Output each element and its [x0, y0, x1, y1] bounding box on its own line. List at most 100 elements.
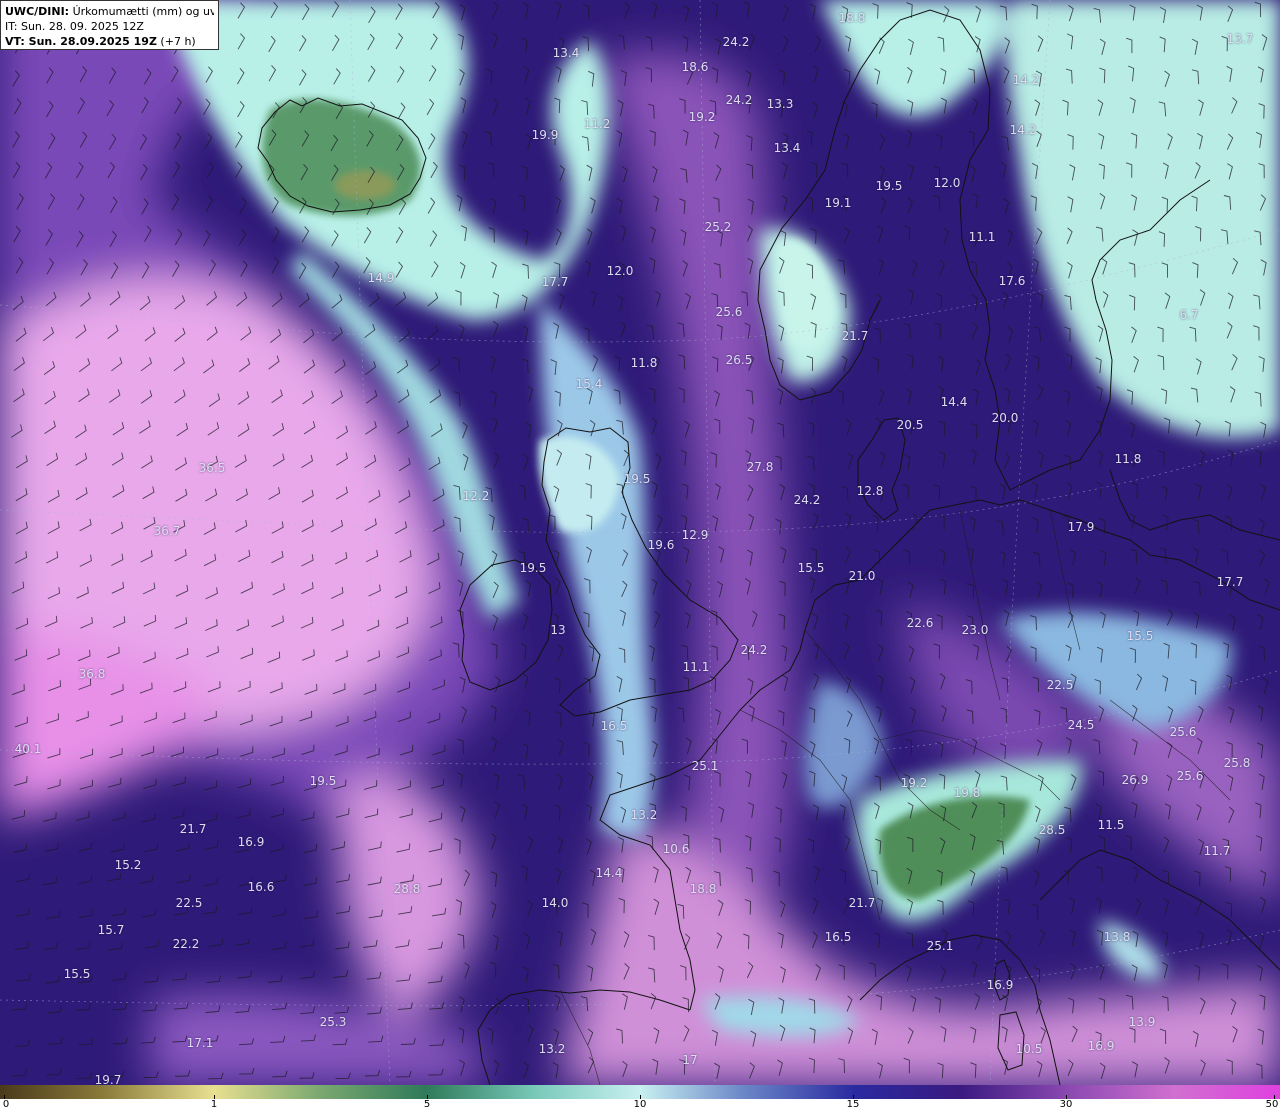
value-label: 19.5	[623, 472, 651, 486]
value-label: 13.2	[538, 1042, 566, 1056]
value-label: 28.5	[1038, 823, 1066, 837]
value-label: 13.8	[1103, 930, 1131, 944]
value-label: 24.2	[793, 493, 821, 507]
value-label: 12.0	[606, 264, 634, 278]
value-label: 25.3	[319, 1015, 347, 1029]
value-label: 28.8	[393, 882, 421, 896]
value-label: 15.5	[797, 561, 825, 575]
value-label: 16.9	[237, 835, 265, 849]
value-label: 19.9	[531, 128, 559, 142]
value-label: 19.7	[94, 1073, 122, 1085]
value-label: 25.8	[1223, 756, 1251, 770]
value-label: 11.1	[968, 230, 996, 244]
value-label: 25.6	[715, 305, 743, 319]
value-label: 10.5	[1015, 1042, 1043, 1056]
value-label: 36.8	[78, 667, 106, 681]
valid-time-line: VT: Sun. 28.09.2025 19Z (+7 h)	[5, 34, 214, 49]
value-label: 24.2	[725, 93, 753, 107]
value-label: 11.1	[682, 660, 710, 674]
value-label: 19.1	[824, 196, 852, 210]
value-label: 6.7	[1179, 308, 1199, 322]
value-label: 17.7	[541, 275, 569, 289]
value-label: 12.8	[856, 484, 884, 498]
value-label: 14.4	[595, 866, 623, 880]
value-label: 15.5	[63, 967, 91, 981]
title-line: UWC/DINI: Úrkomumætti (mm) og uv850.	[5, 4, 214, 19]
value-label: 13.4	[773, 141, 801, 155]
value-label: 13.7	[1226, 32, 1254, 46]
value-label: 11.2	[583, 117, 611, 131]
init-time: IT: Sun. 28. 09. 2025 12Z	[5, 20, 144, 33]
colorbar-tick-label: 5	[423, 1099, 431, 1110]
value-label: 13.9	[1128, 1015, 1156, 1029]
value-label: 16.9	[986, 978, 1014, 992]
value-label: 17.9	[1067, 520, 1095, 534]
value-label: 22.6	[906, 616, 934, 630]
value-label: 24.2	[722, 35, 750, 49]
value-label: 11.5	[1097, 818, 1125, 832]
value-label: 36.5	[198, 461, 226, 475]
colorbar-tick-label: 0	[2, 1099, 10, 1110]
value-label: 21.7	[179, 822, 207, 836]
value-label: 18.8	[838, 11, 866, 25]
value-label: 25.1	[691, 759, 719, 773]
value-label: 21.0	[848, 569, 876, 583]
value-label: 17.1	[186, 1036, 214, 1050]
value-label: 21.7	[841, 329, 869, 343]
value-label: 18.6	[681, 60, 709, 74]
value-label: 19.5	[875, 179, 903, 193]
value-label: 25.6	[1169, 725, 1197, 739]
value-label: 13	[550, 623, 566, 637]
weather-map: 18.8 13.7 24.2 13.4 18.6 14.2 24.2 13.3 19.2 11.2…	[0, 0, 1280, 1085]
value-label: 10.6	[662, 842, 690, 856]
value-label: 25.6	[1176, 769, 1204, 783]
colorbar-tick-label: 1	[210, 1099, 218, 1110]
value-label: 40.1	[14, 742, 42, 756]
value-label: 19.2	[688, 110, 716, 124]
value-label: 36.7	[153, 524, 181, 538]
value-label: 12.2	[462, 489, 490, 503]
value-label: 13.2	[630, 808, 658, 822]
info-box: UWC/DINI: Úrkomumætti (mm) og uv850. IT:…	[0, 0, 219, 50]
value-label: 26.5	[725, 353, 753, 367]
value-label: 23.0	[961, 623, 989, 637]
model-name: UWC/DINI:	[5, 5, 70, 18]
value-label: 12.0	[933, 176, 961, 190]
colorbar-tick-label: 30	[1059, 1099, 1073, 1110]
value-label: 16.9	[1087, 1039, 1115, 1053]
value-label: 17.7	[1216, 575, 1244, 589]
value-label: 24.5	[1067, 718, 1095, 732]
value-label: 12.9	[681, 528, 709, 542]
value-label: 16.6	[247, 880, 275, 894]
value-label: 19.5	[309, 774, 337, 788]
value-label: 15.7	[97, 923, 125, 937]
value-label: 13.3	[766, 97, 794, 111]
value-label: 25.1	[926, 939, 954, 953]
value-label: 11.8	[1114, 452, 1142, 466]
value-label: 15.2	[114, 858, 142, 872]
value-label: 25.2	[704, 220, 732, 234]
value-label: 22.5	[1046, 678, 1074, 692]
value-label: 19.5	[519, 561, 547, 575]
colorbar-tick-label: 10	[633, 1099, 647, 1110]
value-label: 14.4	[940, 395, 968, 409]
product-name: Úrkomumætti (mm) og uv850.	[72, 5, 214, 18]
value-label: 14.2	[1012, 73, 1040, 87]
value-label: 14.0	[541, 896, 569, 910]
value-label: 22.5	[175, 896, 203, 910]
value-label: 11.8	[630, 356, 658, 370]
value-label: 20.5	[896, 418, 924, 432]
value-label: 13.4	[552, 46, 580, 60]
valid-time: VT: Sun. 28.09.2025 19Z	[5, 35, 157, 48]
value-label: 24.2	[740, 643, 768, 657]
value-label: 11.7	[1203, 844, 1231, 858]
value-label: 15.5	[1126, 629, 1154, 643]
value-label: 17.6	[998, 274, 1026, 288]
value-label: 18.8	[689, 882, 717, 896]
value-label: 22.2	[172, 937, 200, 951]
value-label: 26.9	[1121, 773, 1149, 787]
value-label: 20.0	[991, 411, 1019, 425]
value-label: 16.5	[600, 719, 628, 733]
value-label: 19.8	[953, 786, 981, 800]
colorbar: 0 1 5 10 15 30 50	[0, 1085, 1280, 1115]
